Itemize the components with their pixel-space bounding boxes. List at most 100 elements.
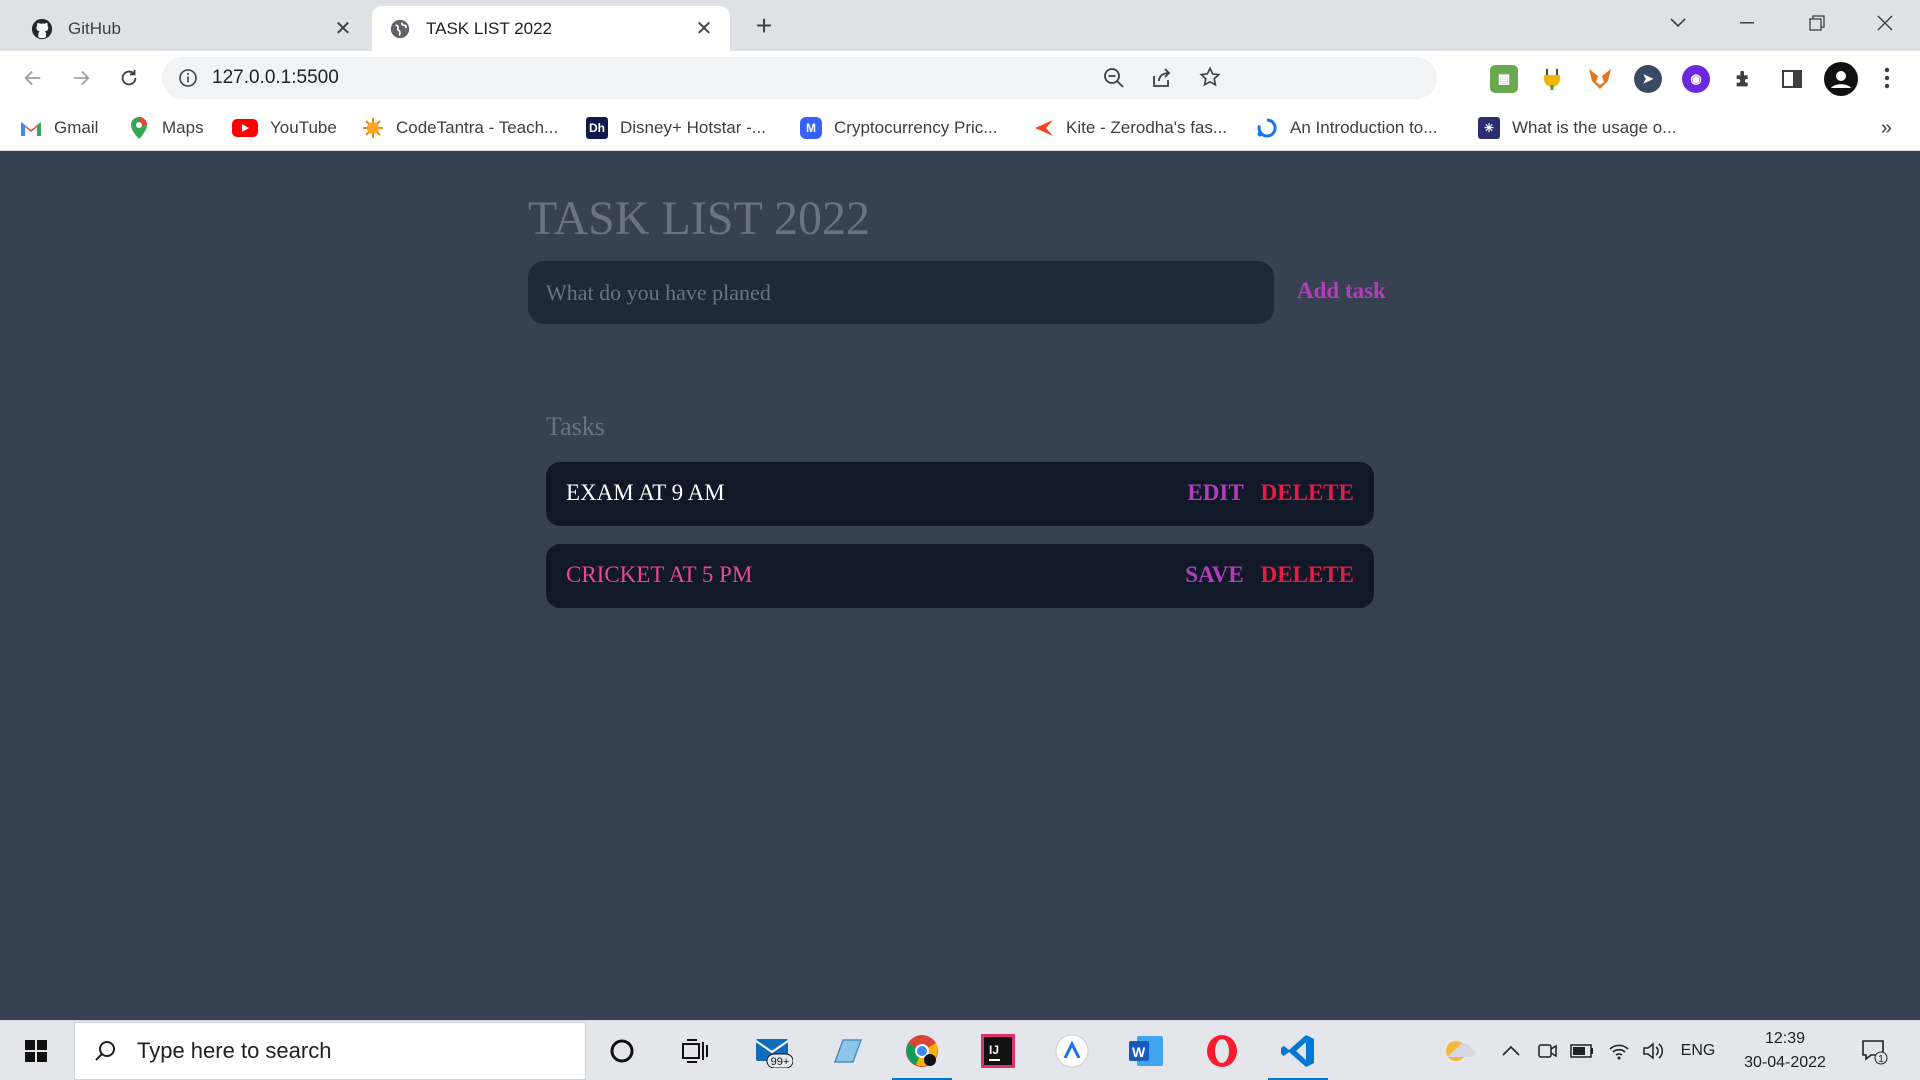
opera-icon[interactable] bbox=[1200, 1029, 1244, 1073]
task-text[interactable]: EXAM AT 9 AM bbox=[566, 480, 725, 506]
forward-button[interactable] bbox=[66, 63, 96, 93]
bookmark-kite[interactable]: Kite - Zerodha's fas... bbox=[1032, 115, 1227, 141]
task-view-icon[interactable] bbox=[673, 1029, 717, 1073]
task-text-editing[interactable]: CRICKET AT 5 PM bbox=[566, 562, 752, 588]
bookmark-label: Gmail bbox=[54, 118, 99, 137]
restore-button[interactable] bbox=[1794, 8, 1840, 38]
task-item: CRICKET AT 5 PM SAVE DELETE bbox=[546, 544, 1374, 608]
notification-icon[interactable]: 1 bbox=[1856, 1021, 1892, 1080]
cursor-extension-icon[interactable]: ➤ bbox=[1634, 65, 1662, 93]
zoom-out-icon[interactable] bbox=[1103, 67, 1125, 89]
task-actions: EDIT DELETE bbox=[1187, 480, 1354, 506]
close-icon[interactable]: ✕ bbox=[329, 15, 357, 43]
bookmark-label: What is the usage o... bbox=[1512, 118, 1677, 137]
save-button[interactable]: SAVE bbox=[1185, 562, 1243, 588]
close-icon[interactable]: ✕ bbox=[690, 15, 718, 43]
reload-button[interactable] bbox=[114, 63, 144, 93]
menu-kebab-icon[interactable] bbox=[1872, 63, 1902, 93]
volume-icon[interactable] bbox=[1640, 1021, 1666, 1080]
map-extension-icon[interactable]: ▦ bbox=[1490, 65, 1518, 93]
address-bar[interactable]: 127.0.0.1:5500 bbox=[162, 57, 1437, 99]
tab-github[interactable]: GitHub ✕ bbox=[14, 6, 369, 51]
url-text: 127.0.0.1:5500 bbox=[212, 67, 339, 88]
page-title: TASK LIST 2022 bbox=[528, 192, 870, 245]
taskbar: Type here to search 99+ IJ W ENG 12:39 3… bbox=[0, 1020, 1920, 1080]
bookmark-hotstar[interactable]: Dh Disney+ Hotstar -... bbox=[586, 115, 766, 141]
bookmark-star-icon[interactable] bbox=[1199, 66, 1221, 88]
mail-icon[interactable]: 99+ bbox=[752, 1029, 796, 1073]
chrome-icon[interactable] bbox=[892, 1029, 952, 1080]
svg-text:IJ: IJ bbox=[989, 1043, 999, 1057]
notification-count: 1 bbox=[1878, 1054, 1884, 1065]
battery-icon[interactable] bbox=[1568, 1021, 1596, 1080]
intellij-icon[interactable]: IJ bbox=[976, 1029, 1020, 1073]
side-panel-icon[interactable] bbox=[1778, 65, 1806, 93]
tasks-heading: Tasks bbox=[546, 412, 605, 441]
profile-avatar[interactable] bbox=[1824, 62, 1858, 96]
back-button[interactable] bbox=[18, 63, 48, 93]
bookmark-label: Kite - Zerodha's fas... bbox=[1066, 118, 1228, 137]
coinmarketcap-icon: M bbox=[800, 117, 822, 139]
task-actions: SAVE DELETE bbox=[1185, 562, 1354, 588]
delete-button[interactable]: DELETE bbox=[1261, 480, 1354, 506]
tab-task-list[interactable]: TASK LIST 2022 ✕ bbox=[372, 6, 730, 51]
plug-extension-icon[interactable] bbox=[1538, 65, 1566, 93]
clock[interactable]: 12:39 30-04-2022 bbox=[1730, 1027, 1840, 1075]
close-window-button[interactable] bbox=[1862, 8, 1908, 38]
bookmark-codetantra[interactable]: CodeTantra - Teach... bbox=[362, 115, 558, 141]
weather-icon[interactable] bbox=[1438, 1021, 1478, 1080]
bookmarks-overflow-button[interactable]: » bbox=[1881, 117, 1892, 140]
notepad-icon[interactable] bbox=[826, 1029, 870, 1073]
cortana-icon[interactable] bbox=[600, 1029, 644, 1073]
bookmark-crypto[interactable]: M Cryptocurrency Pric... bbox=[800, 115, 997, 141]
tab-title: GitHub bbox=[68, 18, 121, 38]
tab-strip: GitHub ✕ TASK LIST 2022 ✕ + bbox=[0, 0, 1920, 51]
codetantra-icon bbox=[362, 117, 384, 139]
extensions-puzzle-icon[interactable] bbox=[1730, 65, 1758, 93]
minimize-button[interactable] bbox=[1724, 8, 1770, 38]
bookmark-usage[interactable]: ✳ What is the usage o... bbox=[1478, 115, 1676, 141]
bookmark-label: Cryptocurrency Pric... bbox=[834, 118, 998, 137]
bookmark-gmail[interactable]: Gmail bbox=[20, 115, 98, 141]
bookmark-introduction[interactable]: An Introduction to... bbox=[1256, 115, 1437, 141]
word-icon[interactable]: W bbox=[1124, 1029, 1168, 1073]
language-indicator[interactable]: ENG bbox=[1676, 1021, 1720, 1080]
browser-toolbar: 127.0.0.1:5500 ▦ ➤ ◉ bbox=[0, 51, 1920, 105]
youtube-icon bbox=[232, 119, 258, 137]
clock-time: 12:39 bbox=[1764, 1030, 1806, 1047]
vscode-icon[interactable] bbox=[1268, 1029, 1328, 1080]
gmail-icon bbox=[20, 117, 42, 139]
metamask-icon[interactable] bbox=[1586, 65, 1614, 93]
chevron-up-icon[interactable] bbox=[1498, 1021, 1524, 1080]
search-icon bbox=[93, 1039, 117, 1063]
tab-search-icon[interactable] bbox=[1655, 8, 1701, 38]
search-placeholder: Type here to search bbox=[137, 1038, 332, 1063]
meet-now-icon[interactable] bbox=[1536, 1021, 1558, 1080]
share-icon[interactable] bbox=[1151, 67, 1173, 89]
app-circle-icon[interactable] bbox=[1050, 1029, 1094, 1073]
new-tab-button[interactable]: + bbox=[748, 10, 780, 42]
wifi-icon[interactable] bbox=[1606, 1021, 1632, 1080]
windows-start-icon[interactable] bbox=[0, 1021, 72, 1080]
kite-icon bbox=[1032, 117, 1054, 139]
tab-title: TASK LIST 2022 bbox=[426, 18, 552, 38]
svg-text:W: W bbox=[1132, 1044, 1146, 1060]
task-input[interactable] bbox=[528, 261, 1274, 324]
bookmark-label: Disney+ Hotstar -... bbox=[620, 118, 766, 137]
bookmark-maps[interactable]: Maps bbox=[128, 115, 204, 141]
delete-button[interactable]: DELETE bbox=[1261, 562, 1354, 588]
task-item: EXAM AT 9 AM EDIT DELETE bbox=[546, 462, 1374, 526]
bookmark-youtube[interactable]: YouTube bbox=[232, 115, 337, 141]
clock-date: 30-04-2022 bbox=[1744, 1054, 1826, 1071]
taskbar-search[interactable]: Type here to search bbox=[74, 1022, 586, 1080]
info-icon[interactable] bbox=[178, 68, 198, 88]
globe-icon bbox=[388, 17, 412, 41]
intro-icon bbox=[1256, 117, 1278, 139]
web-icon: ✳ bbox=[1478, 117, 1500, 139]
chat-extension-icon[interactable]: ◉ bbox=[1682, 65, 1710, 93]
github-icon bbox=[30, 17, 54, 41]
bookmark-label: An Introduction to... bbox=[1290, 118, 1438, 137]
bookmark-label: Maps bbox=[162, 118, 204, 137]
edit-button[interactable]: EDIT bbox=[1187, 480, 1243, 506]
add-task-button[interactable]: Add task bbox=[1297, 278, 1386, 304]
